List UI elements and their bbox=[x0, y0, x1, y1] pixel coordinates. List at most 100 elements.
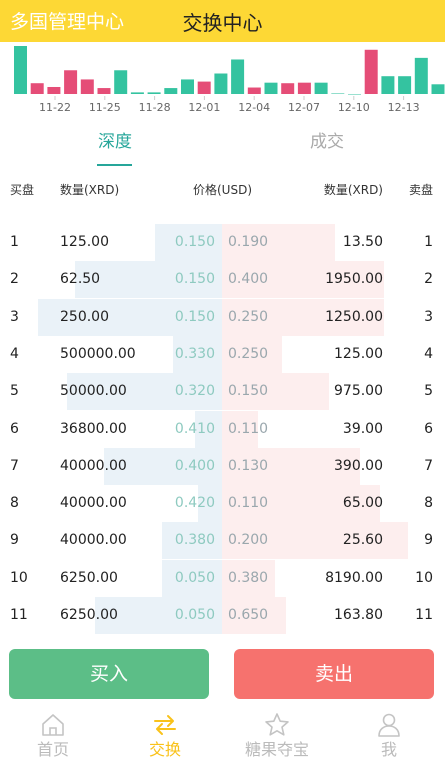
nav-exchange-label: 交换 bbox=[148, 740, 181, 759]
volume-bar bbox=[414, 57, 428, 94]
buy-price: 0.420 bbox=[174, 495, 215, 512]
user-icon bbox=[378, 713, 400, 737]
sell-index: 8 bbox=[424, 495, 433, 512]
sell-price: 0.650 bbox=[228, 607, 269, 623]
volume-bar bbox=[264, 82, 278, 94]
sell-price: 0.190 bbox=[228, 234, 269, 250]
sell-quantity: 163.80 bbox=[334, 607, 383, 623]
buy-price: 0.050 bbox=[174, 607, 215, 623]
buy-quantity: 125.00 bbox=[60, 234, 109, 250]
buy-quantity: 250.00 bbox=[60, 308, 109, 325]
sell-price: 0.250 bbox=[228, 308, 269, 325]
x-axis-label: 12-13 bbox=[388, 101, 420, 114]
buy-qty-header: 数量(XRD) bbox=[60, 183, 120, 197]
volume-bar bbox=[130, 92, 144, 94]
sell-quantity: 25.60 bbox=[342, 532, 383, 549]
x-axis-label: 12-07 bbox=[288, 101, 320, 114]
volume-bar bbox=[231, 59, 245, 94]
buy-button[interactable]: 买入 bbox=[9, 649, 209, 699]
sell-price: 0.200 bbox=[228, 532, 269, 549]
sell-button[interactable]: 卖出 bbox=[234, 649, 434, 699]
buy-quantity: 500000.00 bbox=[60, 345, 136, 362]
tab-trades[interactable]: 成交 bbox=[310, 134, 344, 151]
x-axis-label: 11-28 bbox=[139, 101, 171, 114]
nav-exchange[interactable]: 交换 bbox=[115, 708, 215, 766]
volume-bar bbox=[364, 49, 378, 94]
volume-bar bbox=[431, 84, 445, 94]
sell-quantity: 8190.00 bbox=[325, 569, 383, 586]
sell-price: 0.150 bbox=[228, 383, 269, 400]
bottom-nav: 首页 交换 糖果夺宝 我 bbox=[0, 708, 445, 766]
sell-side-label: 卖盘 bbox=[408, 183, 433, 197]
x-axis-label: 11-22 bbox=[39, 101, 71, 114]
nav-home[interactable]: 首页 bbox=[3, 708, 103, 766]
sell-index: 10 bbox=[415, 569, 433, 586]
buy-price: 0.400 bbox=[174, 457, 215, 474]
sell-quantity: 13.50 bbox=[342, 234, 383, 250]
order-row: 11 6250.00 0.050 0.650 163.80 11 bbox=[0, 597, 445, 634]
sell-index: 1 bbox=[424, 234, 433, 250]
buy-price: 0.320 bbox=[174, 383, 215, 400]
sell-index: 4 bbox=[424, 345, 433, 362]
sell-price: 0.130 bbox=[228, 457, 269, 474]
buy-price: 0.150 bbox=[174, 271, 215, 288]
sell-quantity: 39.00 bbox=[342, 420, 383, 437]
buy-price: 0.150 bbox=[174, 234, 215, 250]
sell-quantity: 125.00 bbox=[334, 345, 383, 362]
nav-candy[interactable]: 糖果夺宝 bbox=[227, 708, 327, 766]
buy-side-label: 买盘 bbox=[10, 183, 35, 197]
order-book-header: 买盘 数量(XRD) 价格(USD) 数量(XRD) 卖盘 bbox=[0, 172, 445, 212]
sell-index: 2 bbox=[424, 271, 433, 288]
buy-index: 3 bbox=[10, 308, 19, 325]
volume-bar bbox=[214, 73, 228, 94]
buy-index: 6 bbox=[10, 420, 19, 437]
volume-bar bbox=[80, 79, 94, 94]
order-row: 9 40000.00 0.380 0.200 25.60 9 bbox=[0, 522, 445, 560]
sell-price: 0.110 bbox=[228, 420, 269, 437]
order-row: 4 500000.00 0.330 0.250 125.00 4 bbox=[0, 335, 445, 373]
order-row: 2 62.50 0.150 0.400 1950.00 2 bbox=[0, 261, 445, 299]
order-row: 8 40000.00 0.420 0.110 65.00 8 bbox=[0, 485, 445, 523]
volume-chart: 11-22 11-25 11-28 12-01 12-04 12-07 12-10 12-13 bbox=[0, 42, 445, 124]
order-row: 10 6250.00 0.050 0.380 8190.00 10 bbox=[0, 559, 445, 597]
star-icon bbox=[265, 713, 289, 736]
volume-bar bbox=[297, 82, 311, 94]
volume-bar bbox=[181, 79, 194, 94]
trade-actions: 买入 卖出 bbox=[0, 648, 445, 700]
volume-bar bbox=[381, 76, 395, 94]
x-axis-label: 11-25 bbox=[89, 101, 121, 114]
x-axis-label: 12-10 bbox=[338, 101, 370, 114]
price-header: 价格(USD) bbox=[193, 183, 253, 197]
order-row: 1 125.00 0.150 0.190 13.50 1 bbox=[0, 224, 445, 261]
buy-price: 0.150 bbox=[174, 308, 215, 325]
buy-index: 4 bbox=[10, 345, 19, 362]
volume-bar bbox=[348, 94, 361, 95]
sell-index: 6 bbox=[424, 420, 433, 437]
page-title: 交换中心 bbox=[182, 11, 263, 35]
tab-depth[interactable]: 深度 bbox=[98, 134, 132, 151]
buy-price: 0.050 bbox=[174, 569, 215, 586]
volume-bar bbox=[164, 88, 178, 94]
sell-index: 7 bbox=[424, 457, 433, 474]
nav-candy-label: 糖果夺宝 bbox=[244, 740, 309, 759]
exchange-icon bbox=[154, 715, 176, 735]
sell-quantity: 390.00 bbox=[334, 457, 383, 474]
sell-index: 5 bbox=[424, 383, 433, 400]
order-row: 6 36800.00 0.410 0.110 39.00 6 bbox=[0, 410, 445, 448]
buy-quantity: 62.50 bbox=[60, 271, 101, 288]
volume-chart-svg: 11-22 11-25 11-28 12-01 12-04 12-07 12-10 12-13 bbox=[14, 46, 445, 114]
sell-quantity: 65.00 bbox=[342, 495, 383, 512]
buy-quantity: 40000.00 bbox=[60, 457, 127, 474]
nav-me-label: 我 bbox=[380, 740, 397, 759]
volume-bar bbox=[30, 83, 44, 94]
nav-me[interactable]: 我 bbox=[339, 708, 439, 766]
nav-home-label: 首页 bbox=[36, 740, 69, 759]
buy-quantity: 36800.00 bbox=[60, 420, 127, 437]
buy-index: 1 bbox=[10, 234, 19, 250]
x-axis-label: 12-01 bbox=[188, 101, 220, 114]
tab-underline bbox=[97, 164, 132, 166]
buy-index: 5 bbox=[10, 383, 19, 400]
sell-index: 9 bbox=[424, 532, 433, 549]
buy-index: 8 bbox=[10, 495, 19, 512]
buy-price: 0.330 bbox=[174, 345, 215, 362]
